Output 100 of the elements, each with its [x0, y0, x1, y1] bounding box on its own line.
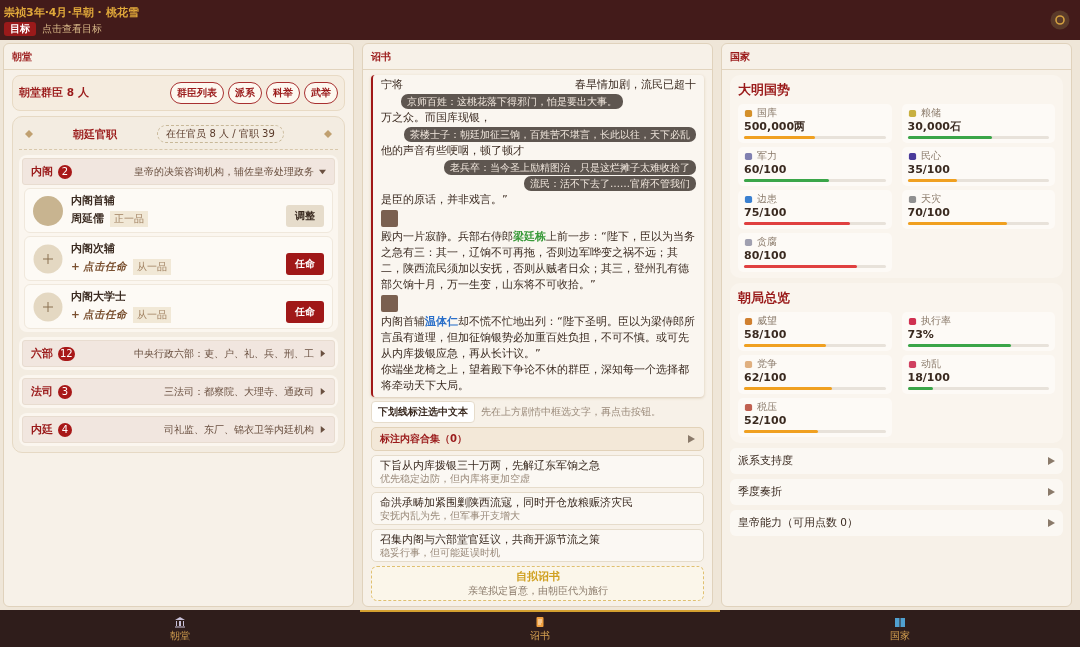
- choice-note: 安抚内乱为先，但军事开支增大: [380, 509, 521, 522]
- choice-note: 稳妥行事，但可能延误时机: [380, 546, 501, 559]
- panel-title: 诏书: [363, 44, 712, 70]
- stat-icon: [744, 316, 753, 326]
- story-text: 春旱情加剧，流民已超十: [575, 77, 696, 93]
- add-avatar-icon[interactable]: [33, 291, 63, 322]
- pill-button[interactable]: 群臣列表: [170, 82, 224, 104]
- post-title: 内阁大学士: [71, 290, 127, 304]
- stat-icon: [744, 108, 753, 118]
- department-name: 内廷: [31, 422, 53, 437]
- stat-value: 75/100: [744, 206, 788, 220]
- choice-card[interactable]: 下旨从内库拨银三十万两，先解辽东军饷之急 优先稳定边防，但内库将更加空虚: [371, 455, 704, 488]
- hint-text: 先在上方剧情中框选文字，再点击按钮。: [481, 405, 661, 419]
- stat-label: 国库: [757, 107, 777, 119]
- count-badge: 12: [58, 346, 75, 361]
- collapsible-section[interactable]: 派系支持度: [730, 448, 1063, 474]
- ornament-icon: [25, 130, 33, 138]
- post-title: 内阁次辅: [71, 242, 116, 256]
- goal-hint: 点击查看目标: [42, 21, 102, 36]
- custom-edict-card[interactable]: 自拟诏书 亲笔拟定旨意，由朝臣代为施行: [371, 566, 704, 601]
- stat-icon: [907, 108, 917, 118]
- section-label: 派系支持度: [738, 454, 793, 468]
- rank-tag: 从一品: [133, 259, 172, 275]
- post-title: 内阁首辅: [71, 194, 116, 208]
- choice-card[interactable]: 召集内阁与六部堂官廷议，共商开源节流之策 稳妥行事，但可能延误时机: [371, 529, 704, 562]
- collection-label: 标注内容合集（0）: [380, 432, 467, 446]
- underline-button[interactable]: 下划线标注选中文本: [371, 401, 475, 423]
- stat-label: 执行率: [920, 315, 951, 327]
- choice-title: 命洪承畴加紧围剿陕西流寇，同时开仓放粮赈济灾民: [380, 495, 634, 509]
- stat-value: 500,000两: [744, 120, 807, 134]
- pill-button[interactable]: 派系: [228, 82, 262, 104]
- department-header[interactable]: 内廷 4 司礼监、东厂、锦衣卫等内廷机构: [22, 416, 335, 443]
- stat-icon: [744, 194, 753, 204]
- section-title: 朝廷官职: [73, 126, 118, 142]
- department-desc: 司礼监、东厂、锦衣卫等内廷机构: [164, 422, 314, 437]
- collapsible-section[interactable]: 皇帝能力（可用点数 0）: [730, 510, 1063, 536]
- collection-header[interactable]: 标注内容合集（0）: [371, 427, 704, 451]
- appoint-link[interactable]: + 点击任命: [71, 260, 128, 274]
- building-icon: [174, 616, 186, 628]
- official-name: 周延儒: [71, 212, 104, 226]
- stat-value: 52/100: [744, 414, 788, 428]
- choice-card[interactable]: 命洪承畴加紧围剿陕西流寇，同时开仓放粮赈济灾民 安抚内乱为先，但军事开支增大: [371, 492, 704, 525]
- pill-button[interactable]: 科举: [266, 82, 300, 104]
- settings-icon[interactable]: [1050, 10, 1070, 30]
- goal-button[interactable]: 目标: [4, 21, 36, 36]
- stat-label: 党争: [757, 358, 777, 370]
- stat-value: 70/100: [907, 206, 951, 220]
- count-badge: 4: [58, 422, 72, 437]
- stat-value: 60/100: [744, 163, 788, 177]
- rank-tag: 正一品: [110, 211, 148, 227]
- story-text: 是臣的原话，并非戏言。”: [381, 192, 508, 208]
- department-name: 六部: [31, 346, 53, 361]
- comment-bubble: 京师百姓：这桃花落下得邪门，怕是要出大事。: [401, 94, 623, 109]
- post-action-button[interactable]: 任命: [286, 253, 324, 275]
- stat-value: 35/100: [907, 163, 951, 177]
- stat-icon: [907, 359, 917, 369]
- department-header[interactable]: 内阁 2 皇帝的决策咨询机构，辅佐皇帝处理政务: [22, 158, 335, 185]
- stat-value: 62/100: [744, 371, 788, 385]
- stat-value: 80/100: [744, 249, 788, 263]
- ornament-icon: [323, 130, 332, 138]
- stat-label: 贪腐: [757, 236, 777, 248]
- stat-label: 动乱: [920, 358, 941, 370]
- story-text: 宁将: [381, 77, 403, 93]
- department-name: 内阁: [31, 164, 53, 179]
- nav-tab[interactable]: 国家: [720, 610, 1080, 647]
- stat-label: 天灾: [920, 193, 941, 205]
- story-paragraph: 殿内一片寂静。兵部右侍郎梁廷栋上前一步：“陛下，臣以为当务之急有三：其一，辽饷不可再拖，否则边军哗变之祸不远；其二，陕西流民须加以安抚，否则从贼者日众；其三，登州孔有德部欠饷十月，万一生变，山东将不可收拾。”: [381, 229, 696, 293]
- avatar-placeholder: [33, 195, 63, 226]
- custom-title: 自拟诏书: [514, 570, 561, 584]
- stat-icon: [907, 151, 917, 161]
- stat-label: 民心: [920, 150, 941, 162]
- post-action-button[interactable]: 任命: [286, 301, 324, 323]
- post-action-button[interactable]: 调整: [286, 205, 324, 227]
- story-paragraph: 内阁首辅温体仁却不慌不忙地出列：“陛下圣明。臣以为梁侍郎所言虽有道理，但加征饷银势必加重百姓负担，不可不慎。或可先从内库拨银应急，再从长计议。”: [381, 314, 696, 362]
- appoint-link[interactable]: + 点击任命: [71, 308, 128, 322]
- panel-title: 国家: [722, 44, 1071, 70]
- stat-label: 边患: [757, 193, 777, 205]
- nav-tab[interactable]: 诏书: [360, 610, 720, 647]
- stat-icon: [744, 402, 753, 412]
- story-paragraph: 你端坐龙椅之上，望着殿下争论不休的群臣，深知每一个选择都将牵动天下大局。: [381, 362, 690, 394]
- collapsible-section[interactable]: 季度奏折: [730, 479, 1063, 505]
- rank-tag: 从一品: [133, 307, 172, 323]
- department-desc: 三法司：都察院、大理寺、通政司: [164, 384, 314, 399]
- department-header[interactable]: 法司 3 三法司：都察院、大理寺、通政司: [22, 378, 335, 405]
- comment-bubble: 流民：活不下去了……官府不管我们: [524, 176, 696, 191]
- stat-value: 30,000石: [907, 120, 962, 134]
- comment-bubble: 茶楼士子：朝廷加征三饷，百姓苦不堪言，长此以往，天下必乱: [404, 127, 696, 142]
- card-title: 朝局总览: [738, 289, 791, 307]
- section-label: 皇帝能力（可用点数 0）: [738, 516, 859, 530]
- stat-icon: [907, 194, 917, 204]
- department-header[interactable]: 六部 12 中央行政六部：吏、户、礼、兵、刑、工: [22, 340, 335, 367]
- date-title: 崇祯3年·4月·早朝 · 桃花雪: [4, 4, 139, 20]
- stat-icon: [744, 359, 753, 369]
- department-desc: 中央行政六部：吏、户、礼、兵、刑、工: [134, 346, 314, 361]
- section-label: 季度奏折: [738, 485, 782, 499]
- pill-button[interactable]: 武举: [304, 82, 338, 104]
- add-avatar-icon[interactable]: [33, 243, 63, 274]
- official-count: 朝堂群臣 8 人: [19, 86, 89, 100]
- nav-tab[interactable]: 朝堂: [0, 610, 360, 647]
- stat-icon: [907, 316, 917, 326]
